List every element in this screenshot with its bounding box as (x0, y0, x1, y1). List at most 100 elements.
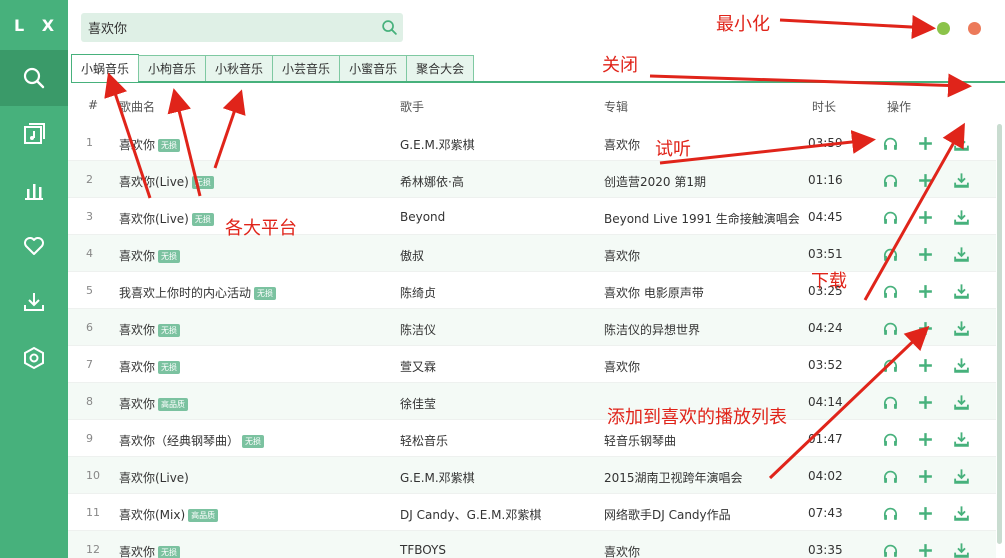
table-row[interactable]: 3 喜欢你(Live) 无损 Beyond Beyond Live 1991 生命接触演… (68, 198, 996, 235)
duration: 04:14 (808, 395, 843, 409)
listen-button[interactable] (880, 170, 900, 190)
plus-icon (918, 543, 932, 557)
chart-icon (25, 184, 43, 200)
add-to-favorites-button[interactable] (915, 392, 935, 412)
table-row[interactable]: 1 喜欢你 无损 G.E.M.邓紫棋 喜欢你 03:59 (68, 124, 996, 161)
duration: 03:52 (808, 358, 843, 372)
download-button[interactable] (951, 355, 971, 375)
minimize-button[interactable] (937, 22, 950, 35)
table-row[interactable]: 6 喜欢你 无损 陈洁仪 陈洁仪的异想世界 04:24 (68, 309, 996, 346)
sidebar-item-downloads[interactable] (0, 274, 68, 330)
add-to-favorites-button[interactable] (915, 170, 935, 190)
download-button[interactable] (951, 281, 971, 301)
sidebar-item-search[interactable] (0, 50, 68, 106)
add-to-favorites-button[interactable] (915, 281, 935, 301)
add-to-favorites-button[interactable] (915, 429, 935, 449)
download-button[interactable] (951, 429, 971, 449)
plus-icon (918, 210, 932, 224)
singer: 轻松音乐 (400, 434, 449, 448)
listen-button[interactable] (880, 244, 900, 264)
table-row[interactable]: 12 喜欢你 无损 TFBOYS 喜欢你 03:35 (68, 531, 996, 558)
listen-button[interactable] (880, 318, 900, 338)
quality-badge: 无损 (254, 287, 277, 300)
close-button[interactable] (968, 22, 981, 35)
download-button[interactable] (951, 318, 971, 338)
table-row[interactable]: 9 喜欢你（经典钢琴曲） 无损 轻松音乐 轻音乐钢琴曲 01:47 (68, 420, 996, 457)
scrollbar[interactable] (997, 124, 1002, 544)
song-name: 喜欢你 (119, 360, 156, 374)
song-list: 1 喜欢你 无损 G.E.M.邓紫棋 喜欢你 03:59 2 喜欢你(Live) 无损 希林娜依·… (68, 124, 996, 558)
table-row[interactable]: 8 喜欢你 高品质 徐佳莹 04:14 (68, 383, 996, 420)
sidebar-item-charts[interactable] (0, 162, 68, 218)
song-name-cell: 喜欢你 无损 (119, 136, 181, 153)
add-to-favorites-button[interactable] (915, 503, 935, 523)
singer: 陈绮贞 (400, 286, 437, 300)
singer: G.E.M.邓紫棋 (400, 471, 475, 485)
listen-button[interactable] (880, 466, 900, 486)
download-icon (953, 357, 969, 373)
singer: G.E.M.邓紫棋 (400, 138, 475, 152)
tab-platform-5[interactable]: 小蜜音乐 (339, 55, 408, 81)
tab-platform-2[interactable]: 小枸音乐 (138, 55, 207, 81)
download-button[interactable] (951, 503, 971, 523)
listen-button[interactable] (880, 133, 900, 153)
duration: 03:25 (808, 284, 843, 298)
search-button[interactable] (375, 13, 403, 42)
song-name-cell: 喜欢你(Mix) 高品质 (119, 506, 219, 523)
album: 轻音乐钢琴曲 (604, 434, 677, 448)
listen-button[interactable] (880, 392, 900, 412)
listen-button[interactable] (880, 540, 900, 558)
sidebar-item-settings[interactable] (0, 330, 68, 386)
add-to-favorites-button[interactable] (915, 466, 935, 486)
download-button[interactable] (951, 207, 971, 227)
row-index: 9 (86, 432, 93, 445)
listen-button[interactable] (880, 429, 900, 449)
tab-platform-3[interactable]: 小秋音乐 (205, 55, 274, 81)
download-button[interactable] (951, 392, 971, 412)
add-to-favorites-button[interactable] (915, 540, 935, 558)
table-row[interactable]: 7 喜欢你 无损 萱又霖 喜欢你 03:52 (68, 346, 996, 383)
listen-button[interactable] (880, 281, 900, 301)
singer: TFBOYS (400, 543, 446, 557)
search-input[interactable] (81, 13, 375, 42)
song-name: 喜欢你 (119, 249, 156, 263)
add-to-favorites-button[interactable] (915, 133, 935, 153)
add-to-favorites-button[interactable] (915, 318, 935, 338)
add-to-favorites-button[interactable] (915, 355, 935, 375)
listen-button[interactable] (880, 355, 900, 375)
plus-icon (918, 506, 932, 520)
table-row[interactable]: 11 喜欢你(Mix) 高品质 DJ Candy、G.E.M.邓紫棋 网络歌手DJ Ca… (68, 494, 996, 531)
download-button[interactable] (951, 244, 971, 264)
duration: 04:24 (808, 321, 843, 335)
add-to-favorites-button[interactable] (915, 207, 935, 227)
headphones-icon (883, 211, 897, 224)
quality-badge: 无损 (158, 546, 181, 558)
download-button[interactable] (951, 133, 971, 153)
listen-button[interactable] (880, 503, 900, 523)
song-name-cell: 喜欢你(Live) 无损 (119, 210, 214, 227)
duration: 03:35 (808, 543, 843, 557)
sidebar-item-favorites[interactable] (0, 218, 68, 274)
album: Beyond Live 1991 生命接触演唱会 (604, 212, 800, 226)
row-index: 10 (86, 469, 100, 482)
headphones-icon (883, 174, 897, 187)
listen-button[interactable] (880, 207, 900, 227)
table-row[interactable]: 5 我喜欢上你时的内心活动 无损 陈绮贞 喜欢你 电影原声带 03:25 (68, 272, 996, 309)
duration: 03:59 (808, 136, 843, 150)
platform-tabs: 小蜗音乐 小枸音乐 小秋音乐 小芸音乐 小蜜音乐 聚合大会 (71, 54, 1005, 83)
sidebar: L X (0, 0, 68, 558)
album: 网络歌手DJ Candy作品 (604, 508, 731, 522)
table-row[interactable]: 10 喜欢你(Live) G.E.M.邓紫棋 2015湖南卫视跨年演唱会 04:02 (68, 457, 996, 494)
sidebar-item-playlist[interactable] (0, 106, 68, 162)
download-button[interactable] (951, 170, 971, 190)
add-to-favorites-button[interactable] (915, 244, 935, 264)
table-row[interactable]: 4 喜欢你 无损 傲叔 喜欢你 03:51 (68, 235, 996, 272)
download-button[interactable] (951, 540, 971, 558)
table-row[interactable]: 2 喜欢你(Live) 无损 希林娜依·高 创造营2020 第1期 01:16 (68, 161, 996, 198)
download-button[interactable] (951, 466, 971, 486)
song-name: 喜欢你 (119, 545, 156, 558)
tab-platform-4[interactable]: 小芸音乐 (272, 55, 341, 81)
tab-platform-1[interactable]: 小蜗音乐 (71, 54, 140, 82)
singer: 陈洁仪 (400, 323, 437, 337)
tab-aggregate[interactable]: 聚合大会 (406, 55, 475, 81)
